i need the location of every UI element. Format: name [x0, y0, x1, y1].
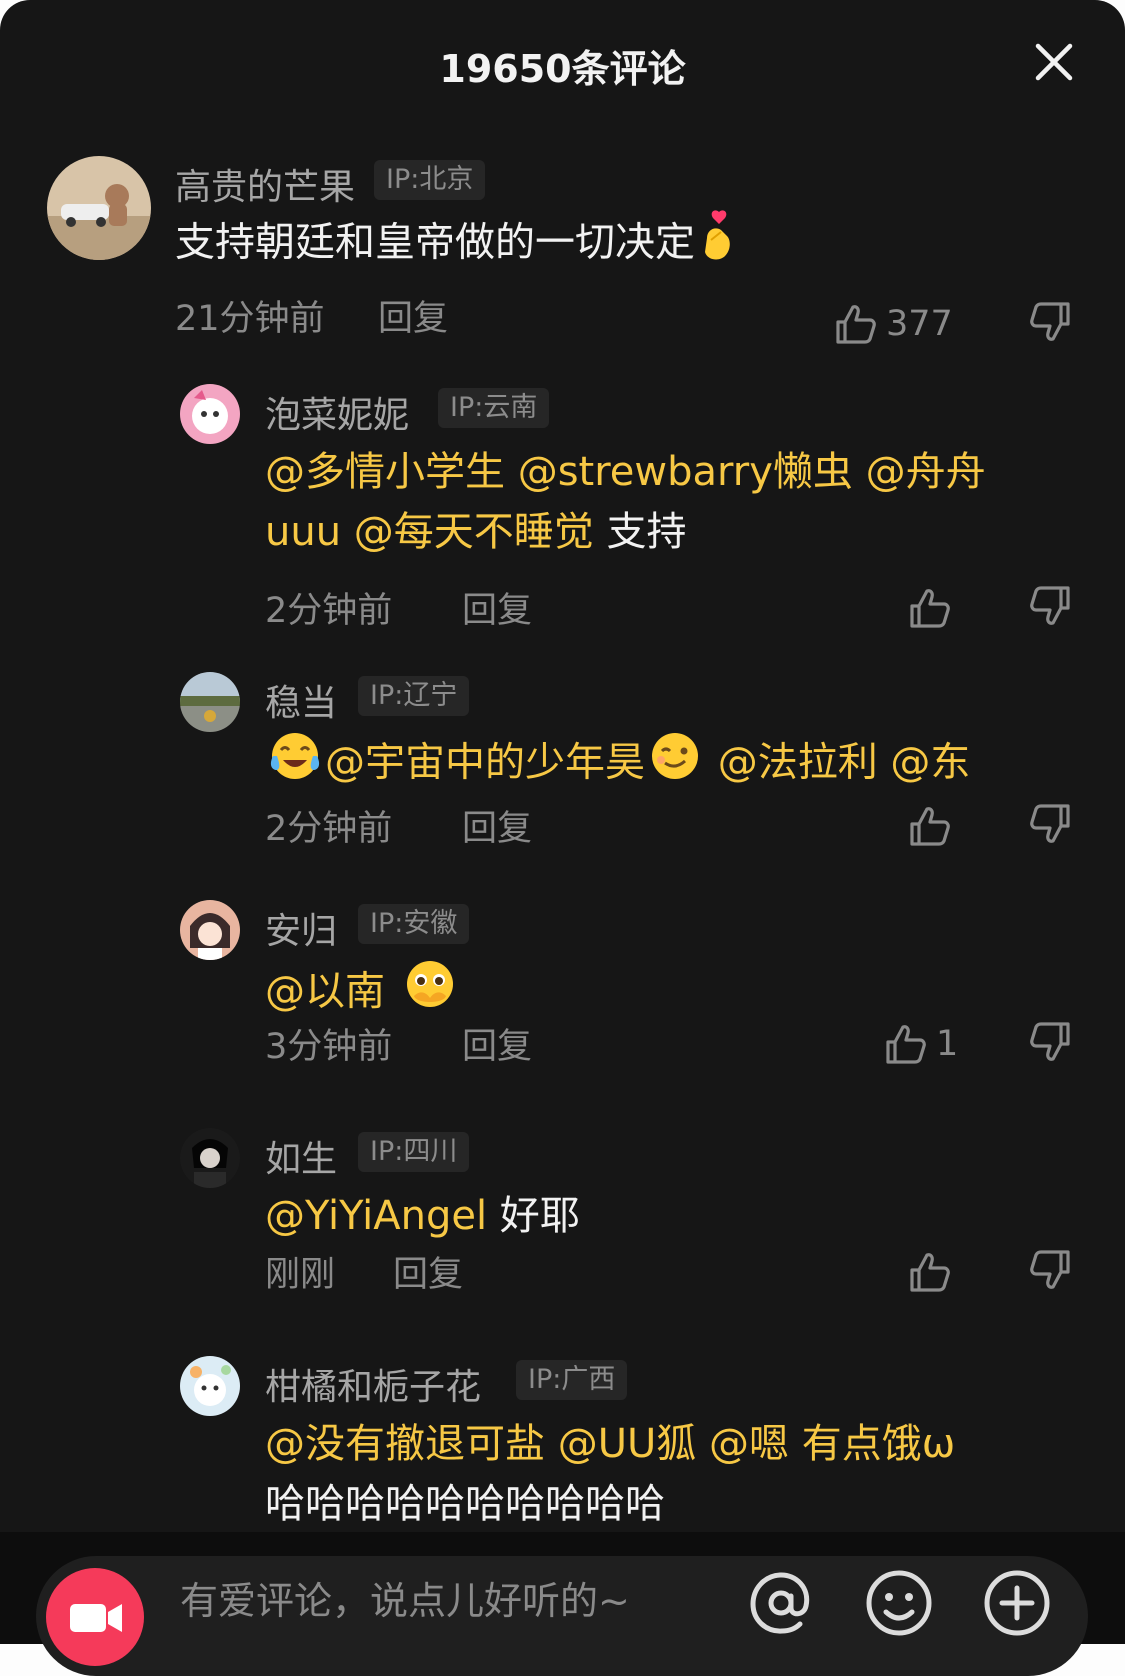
thumbs-down-icon	[1030, 302, 1070, 341]
username[interactable]: 如生	[265, 1130, 337, 1182]
mention[interactable]: @多情小学生 @strewbarry懒虫 @舟舟	[265, 449, 986, 495]
thumbs-up-icon	[910, 589, 950, 628]
username[interactable]: 柑橘和栀子花	[265, 1358, 481, 1410]
thumbs-up-icon	[910, 807, 950, 846]
avatar[interactable]	[47, 156, 151, 260]
thumbs-down-icon	[1030, 1022, 1070, 1061]
reply-button[interactable]: 回复	[462, 1018, 532, 1069]
dislike-button[interactable]	[1028, 1248, 1076, 1296]
avatar[interactable]	[180, 1356, 240, 1416]
like-button[interactable]	[908, 1248, 960, 1296]
username[interactable]: 安归	[265, 902, 337, 954]
mention[interactable]: @法拉利 @东	[705, 740, 971, 786]
comment-text: @宇宙中的少年昊 @法拉利 @东	[265, 730, 1065, 799]
mention[interactable]: @YiYiAngel	[265, 1193, 487, 1239]
like-button[interactable]: 1	[884, 1020, 958, 1068]
comment-time: 21分钟前	[175, 299, 325, 339]
thumbs-down-icon	[1030, 804, 1070, 843]
add-icon[interactable]	[982, 1568, 1052, 1642]
emoji-icon[interactable]	[864, 1568, 934, 1642]
comment-time: 3分钟前	[265, 1027, 393, 1067]
mention[interactable]: uuu @每天不睡觉	[265, 509, 594, 555]
comment-input[interactable]	[178, 1570, 742, 1632]
comment-text: @没有撤退可盐 @UU狐 @嗯 有点饿ω 哈哈哈哈哈哈哈哈哈哈	[265, 1421, 956, 1527]
tears-of-joy-icon	[267, 730, 323, 799]
camera-button[interactable]	[46, 1568, 144, 1666]
reply-button[interactable]: 回复	[378, 290, 448, 341]
finger-heart-icon	[697, 210, 739, 279]
dislike-button[interactable]	[1028, 584, 1076, 632]
reply-button[interactable]: 回复	[462, 800, 532, 851]
mention[interactable]: @以南	[265, 969, 385, 1015]
thumbs-up-icon	[886, 1025, 926, 1064]
like-count: 1	[936, 1024, 959, 1064]
avatar[interactable]	[180, 384, 240, 444]
avatar[interactable]	[180, 672, 240, 732]
ip-location-tag: IP:安徽	[358, 904, 470, 944]
close-icon[interactable]	[1030, 38, 1078, 86]
dislike-button[interactable]	[1028, 1020, 1076, 1068]
comment-text: @多情小学生 @strewbarry懒虫 @舟舟 uuu @每天不睡觉 支持	[265, 449, 986, 555]
ip-location-tag: IP:云南	[438, 388, 550, 428]
mention[interactable]: @宇宙中的少年昊	[325, 740, 645, 786]
avatar[interactable]	[180, 1128, 240, 1188]
username[interactable]: 高贵的芒果	[175, 158, 355, 210]
like-button[interactable]: 377	[834, 300, 953, 348]
dislike-button[interactable]	[1028, 802, 1076, 850]
comment-time: 2分钟前	[265, 591, 393, 631]
like-button[interactable]	[908, 802, 960, 850]
mention[interactable]: @没有撤退可盐 @UU狐 @嗯 有点饿ω	[265, 1421, 955, 1467]
pleading-hands-icon	[400, 958, 460, 1029]
thumbs-down-icon	[1030, 586, 1070, 625]
wink-icon	[647, 730, 703, 799]
reply-button[interactable]: 回复	[393, 1246, 463, 1297]
comment-text: @YiYiAngel 好耶	[265, 1193, 580, 1239]
comments-panel: 19650条评论 高贵的芒果 IP:北京 支持朝廷和皇帝做的一切决定 21分钟前…	[0, 0, 1125, 1676]
video-camera-icon	[70, 1604, 122, 1632]
like-button[interactable]	[908, 584, 960, 632]
comment-time: 2分钟前	[265, 809, 393, 849]
ip-location-tag: IP:北京	[374, 160, 486, 200]
ip-location-tag: IP:四川	[358, 1132, 470, 1172]
comment-time: 刚刚	[265, 1255, 336, 1295]
thumbs-down-icon	[1030, 1250, 1070, 1289]
thumbs-up-icon	[910, 1253, 950, 1292]
username[interactable]: 泡菜妮妮	[265, 386, 409, 438]
dislike-button[interactable]	[1028, 300, 1076, 348]
thumbs-up-icon	[836, 305, 876, 344]
comment-text: 支持朝廷和皇帝做的一切决定	[175, 210, 741, 279]
username[interactable]: 稳当	[265, 674, 337, 726]
avatar[interactable]	[180, 900, 240, 960]
at-mention-icon[interactable]	[744, 1566, 818, 1644]
ip-location-tag: IP:广西	[516, 1360, 628, 1400]
comment-count-title: 19650条评论	[439, 47, 686, 91]
reply-button[interactable]: 回复	[462, 582, 532, 633]
ip-location-tag: IP:辽宁	[358, 676, 470, 716]
like-count: 377	[886, 304, 953, 344]
